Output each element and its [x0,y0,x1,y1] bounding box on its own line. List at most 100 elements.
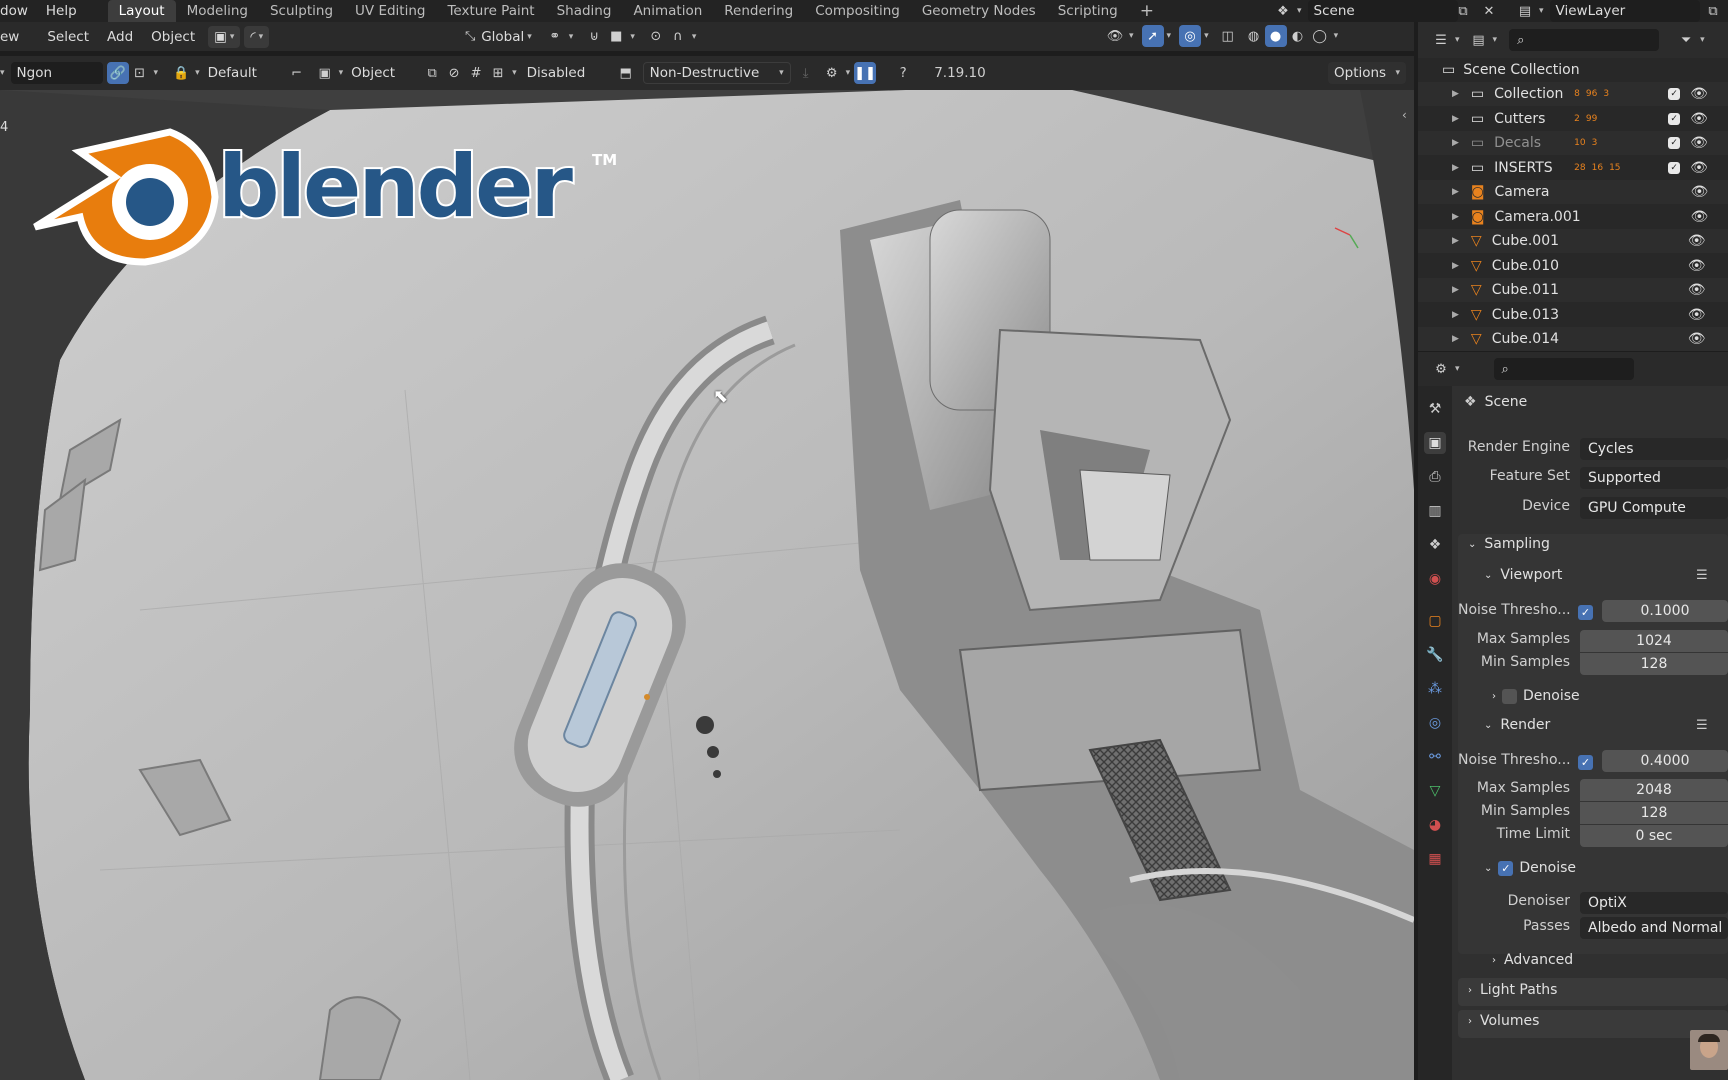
outliner-item[interactable]: ▶ ◙ Camera 👁 [1418,180,1728,204]
tab-texture-paint[interactable]: Texture Paint [436,0,545,22]
outliner-item[interactable]: ▶ ▭ INSERTS 28 16 15 ✓ 👁 [1418,156,1728,180]
feature-set-dropdown[interactable]: Supported [1580,467,1728,489]
constraints-tab-icon[interactable]: ⚯ [1424,746,1446,768]
editor-type-icon[interactable]: ☰ [1430,29,1452,51]
help-icon[interactable]: ? [892,62,914,84]
expand-arrow-icon[interactable]: ▶ [1452,285,1459,295]
snap-target-icon[interactable]: ■ [605,26,627,48]
exclude-checkbox[interactable]: ✓ [1668,112,1681,125]
outliner-item[interactable]: ▶ ◙ Camera.001 👁 [1418,205,1728,229]
texture-tab-icon[interactable]: ▦ [1424,848,1446,870]
array-icon[interactable]: ⊘ [443,62,465,84]
settings-gear-icon[interactable]: ⚙ [821,62,843,84]
advanced-header[interactable]: › Advanced [1492,952,1573,968]
expand-arrow-icon[interactable]: ▶ [1452,261,1459,271]
pause-icon[interactable]: ❚❚ [854,62,877,84]
scene-tab-icon[interactable]: ❖ [1424,534,1446,556]
overlays-icon[interactable]: ◎ [1179,25,1202,47]
outliner-search-input[interactable]: ⌕ [1509,29,1660,51]
render-noise-checkbox[interactable]: ✓ [1578,755,1593,770]
viewport-min-samples-field[interactable]: 128 [1580,653,1728,675]
properties-search-input[interactable]: ⌕ [1493,358,1634,380]
visibility-eye-icon[interactable]: 👁 [1688,233,1706,249]
render-denoise-header[interactable]: ⌄ ✓ Denoise [1484,860,1576,876]
close-icon[interactable]: ✕ [1478,0,1500,22]
expand-arrow-icon[interactable]: ▶ [1452,114,1459,124]
view-layer-name-field[interactable]: ViewLayer [1549,0,1700,22]
output-tab-icon[interactable]: ⎙ [1424,466,1446,488]
scene-selector[interactable]: ❖ ▾ Scene [1272,0,1458,22]
view-layer-selector[interactable]: ▤ ▾ ViewLayer [1514,0,1700,22]
mode-selector[interactable]: ▣ ▾ [208,25,241,48]
expand-arrow-icon[interactable]: ▶ [1452,138,1459,148]
tab-animation[interactable]: Animation [622,0,713,22]
link-icon[interactable]: 🔗 [106,62,129,84]
render-denoise-checkbox[interactable]: ✓ [1498,860,1514,876]
render-tab-icon[interactable]: ▣ [1424,432,1446,454]
time-limit-field[interactable]: 0 sec [1580,825,1728,847]
outliner-item[interactable]: ▶ ▽ Cube.010 👁 [1418,254,1728,278]
tab-shading[interactable]: Shading [546,0,623,22]
outliner-item[interactable]: ▶ ▽ Cube.011 👁 [1418,278,1728,302]
menu-select[interactable]: Select [38,29,98,45]
render-subpanel-header[interactable]: ⌄ Render [1484,717,1550,733]
snap-grid-icon[interactable]: ⊡ [129,62,151,84]
object-box-icon[interactable]: ▣ [314,62,336,84]
outliner-item[interactable]: ▶ ▭ Collection 8 96 3 ✓ 👁 [1418,82,1728,106]
material-tab-icon[interactable]: ◕ [1424,814,1446,836]
viewport-denoise-checkbox[interactable] [1502,688,1517,704]
expand-arrow-icon[interactable]: ▶ [1452,310,1459,320]
transform-orientation[interactable]: ⤡ Global ▾ [459,26,532,48]
tab-rendering[interactable]: Rendering [713,0,804,22]
pivot-icon[interactable]: ⚭ [544,26,566,48]
tab-sculpting[interactable]: Sculpting [259,0,344,22]
filter-icon[interactable]: ⏷ [1675,29,1697,51]
render-noise-field[interactable]: 0.4000 [1602,750,1728,772]
outliner-item[interactable]: ▶ ▽ Cube.001 👁 [1418,229,1728,253]
expand-arrow-icon[interactable]: ▶ [1452,334,1459,344]
visibility-eye-icon[interactable]: 👁 [1688,331,1706,347]
outliner-scene-collection[interactable]: ▭ Scene Collection [1418,58,1728,82]
editor-type-icon[interactable]: ⚙ [1430,358,1452,380]
preset-list-icon[interactable]: ☰ [1696,718,1708,733]
snap-mode-label[interactable]: Disabled [527,65,615,81]
outliner-item[interactable]: ▶ ▽ Cube.014 👁 [1418,327,1728,351]
menu-object[interactable]: Object [142,29,204,45]
lock-icon[interactable]: 🔒 [170,62,192,84]
tab-scripting[interactable]: Scripting [1047,0,1129,22]
tool-tab-icon[interactable]: ⚒ [1424,398,1446,420]
viewport-max-samples-field[interactable]: 1024 [1580,630,1728,652]
exclude-checkbox[interactable]: ✓ [1668,137,1681,149]
visibility-eye-icon[interactable]: 👁 [1688,282,1706,298]
cursor-icon[interactable]: ⌐ [286,62,308,84]
light-paths-header[interactable]: › Light Paths [1468,982,1557,998]
tab-geometry-nodes[interactable]: Geometry Nodes [911,0,1047,22]
boolean-mode-dropdown[interactable]: Non-Destructive ▾ [642,62,791,84]
physics-tab-icon[interactable]: ◎ [1424,712,1446,734]
options-dropdown[interactable]: Options ▾ [1328,62,1406,84]
modifier-tab-icon[interactable]: 🔧 [1424,644,1446,666]
visibility-eye-icon[interactable]: 👁 [1691,209,1709,225]
data-tab-icon[interactable]: ▽ [1424,780,1446,802]
grid-icon[interactable]: # [465,62,487,84]
visibility-eye-icon[interactable]: 👁 [1691,184,1709,200]
visibility-eye-icon[interactable]: 👁 [1688,258,1706,274]
duplicate-view-layer-icon[interactable]: ⧉ [1702,0,1724,22]
boolean-icon[interactable]: ⬒ [615,62,637,84]
toolbar-expand-icon[interactable]: ‹ [1402,108,1407,122]
duplicate-scene-icon[interactable]: ⧉ [1452,0,1474,22]
menu-window[interactable]: dow [0,3,37,19]
expand-arrow-icon[interactable]: ▶ [1452,187,1459,197]
visibility-eye-icon[interactable]: 👁 [1688,307,1706,323]
viewport-denoise-header[interactable]: › Denoise [1492,688,1580,704]
render-min-samples-field[interactable]: 128 [1580,802,1728,824]
menu-view[interactable]: ew [0,29,28,45]
distribute-icon[interactable]: ⊞ [487,62,509,84]
view-layer-tab-icon[interactable]: ▥ [1424,500,1446,522]
shape-mode-field[interactable]: Ngon [10,62,103,84]
tab-compositing[interactable]: Compositing [804,0,911,22]
menu-add[interactable]: Add [98,29,142,45]
tab-layout[interactable]: Layout [107,0,176,22]
outliner-item[interactable]: ▶ ▭ Cutters 2 99 ✓ 👁 [1418,107,1728,131]
magnet-snap-icon[interactable]: ⊍ [583,26,605,48]
